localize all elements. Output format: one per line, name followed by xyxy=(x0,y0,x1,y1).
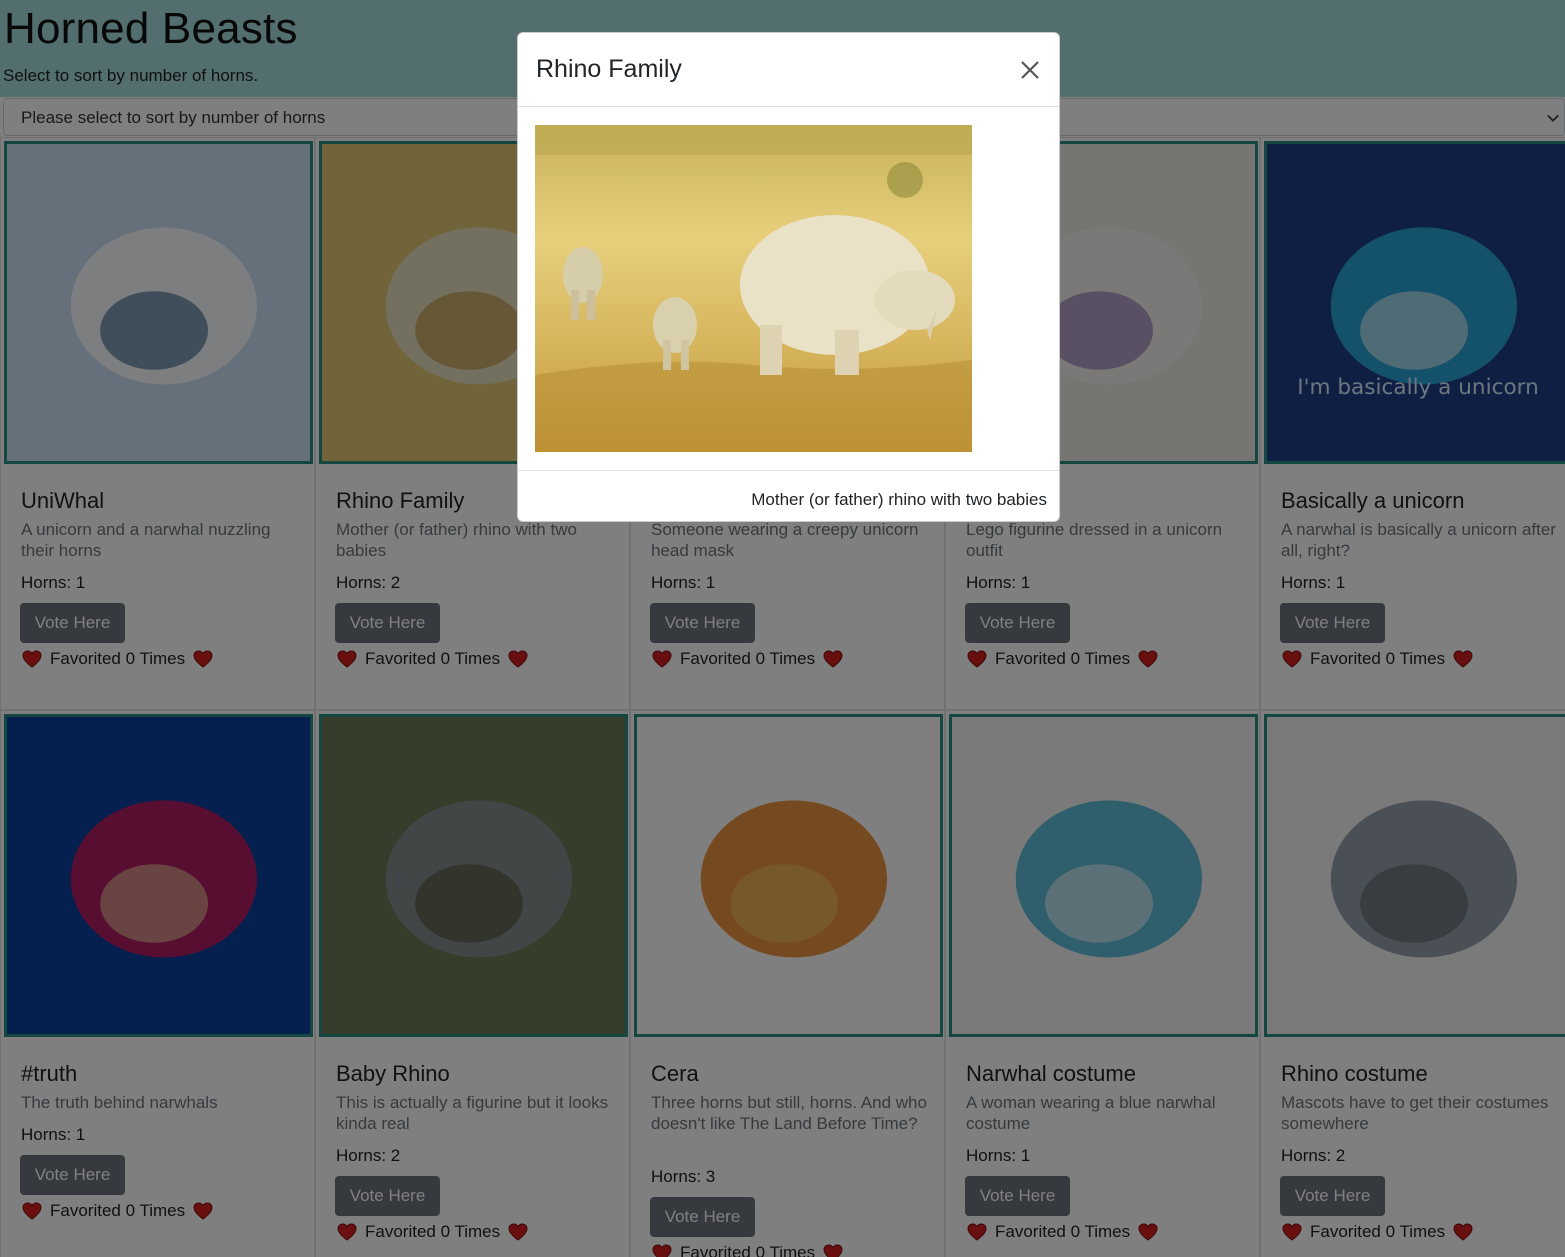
page: Horned Beasts Select to sort by number o… xyxy=(0,0,1565,1257)
close-icon[interactable] xyxy=(1019,59,1041,81)
modal-title: Rhino Family xyxy=(536,55,682,83)
rhino-family-photo xyxy=(535,125,972,452)
modal-dialog: Rhino Family Mother (or father) rhino wi… xyxy=(517,32,1060,522)
modal-header: Rhino Family xyxy=(518,33,1059,107)
modal-caption: Mother (or father) rhino with two babies xyxy=(751,490,1047,509)
modal-footer: Mother (or father) rhino with two babies xyxy=(518,470,1059,523)
modal-image xyxy=(535,125,972,452)
